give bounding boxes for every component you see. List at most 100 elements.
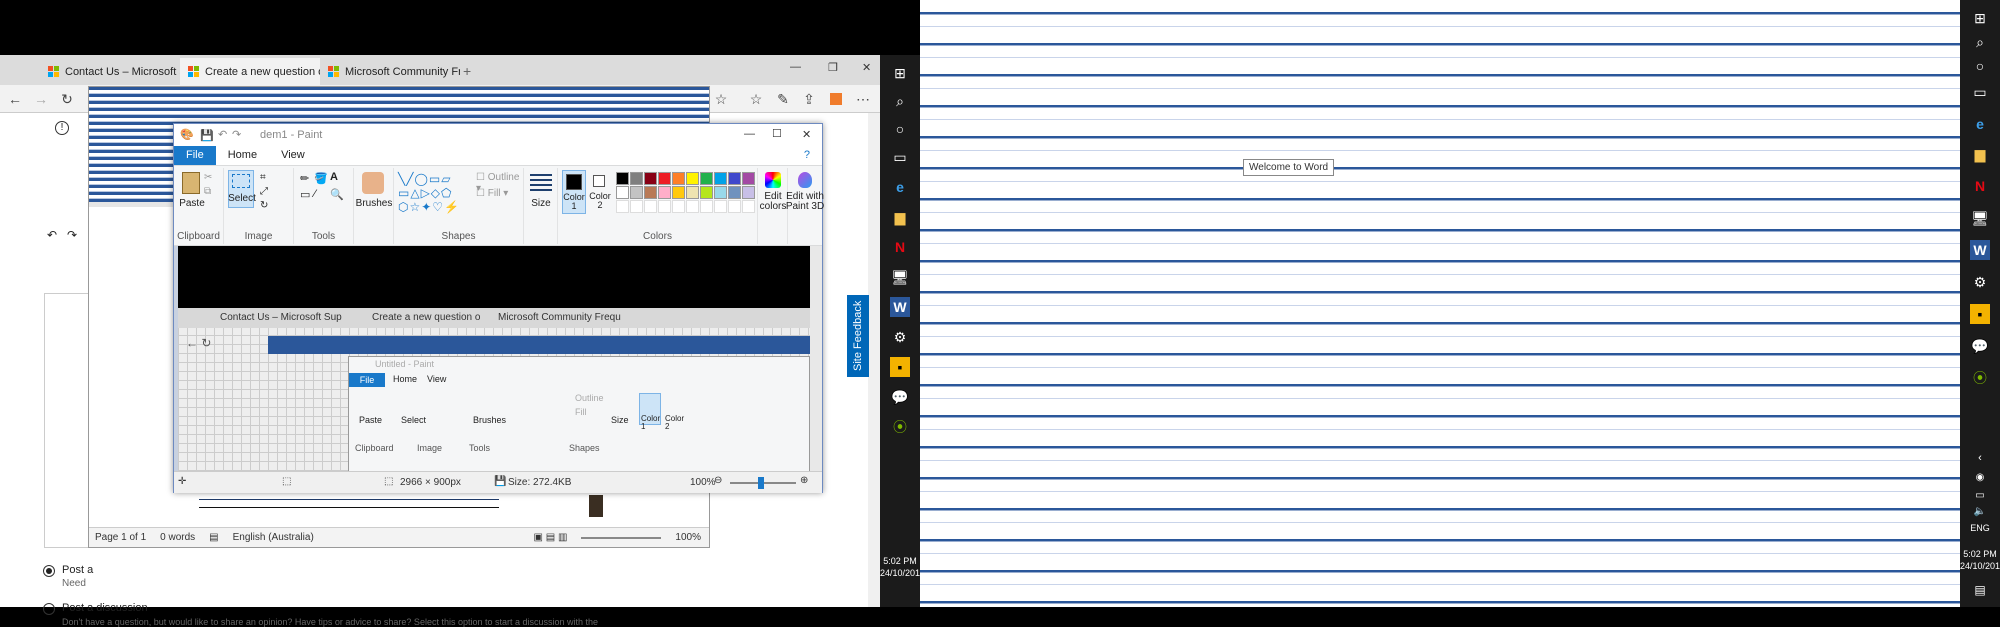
paint3d-label[interactable]: Edit with Paint 3D [784, 192, 826, 212]
palette-swatch[interactable] [658, 172, 671, 185]
refresh-icon[interactable]: ↻ [56, 89, 78, 109]
computer-icon[interactable]: 🖥 [890, 267, 910, 287]
clock-date[interactable]: 24/10/2019 [880, 567, 925, 579]
palette-swatch[interactable] [700, 172, 713, 185]
xbox-icon[interactable]: ⦿ [1970, 368, 1990, 388]
settings-gear-icon[interactable]: ⚙ [1970, 272, 1990, 292]
editor-box[interactable] [44, 293, 89, 548]
color1-button[interactable]: Color 1 [562, 170, 586, 214]
palette-swatch[interactable] [686, 172, 699, 185]
word-icon[interactable]: W [1970, 240, 1990, 260]
palette-swatch[interactable] [630, 172, 643, 185]
clock-time[interactable]: 5:02 PM [1960, 548, 2000, 560]
zoom-slider-thumb[interactable] [758, 477, 764, 489]
zoom-in-icon[interactable]: ⊕ [800, 475, 808, 486]
palette-swatch[interactable] [644, 186, 657, 199]
search-icon[interactable]: ⌕ [1970, 32, 1990, 52]
xbox-icon[interactable]: ⦿ [890, 417, 910, 437]
file-menu[interactable]: File [174, 146, 216, 165]
palette-empty-swatch[interactable] [700, 200, 713, 213]
palette-empty-swatch[interactable] [644, 200, 657, 213]
palette-swatch[interactable] [728, 172, 741, 185]
crop-icon[interactable]: ⌗ [260, 172, 266, 183]
favorite-star-icon[interactable]: ☆ [710, 89, 732, 109]
palette-empty-swatch[interactable] [714, 200, 727, 213]
extension-icon[interactable] [830, 93, 842, 105]
feedback-hub-icon[interactable]: 💬 [890, 387, 910, 407]
search-icon[interactable]: ⌕ [890, 91, 910, 111]
zoom-slider[interactable] [581, 536, 662, 539]
paste-label[interactable]: Paste [178, 198, 206, 209]
color-palette[interactable] [616, 172, 756, 222]
copy-icon[interactable]: ⧉ [204, 186, 211, 197]
site-feedback-button[interactable]: Site Feedback [847, 295, 869, 377]
file-explorer-icon[interactable]: ▆ [890, 207, 910, 227]
palette-empty-swatch[interactable] [742, 200, 755, 213]
palette-empty-swatch[interactable] [728, 200, 741, 213]
tab-community-faq[interactable]: Microsoft Community Frequ [320, 58, 460, 85]
select-button[interactable]: Select [228, 170, 256, 208]
close-window-icon[interactable]: ✕ [862, 61, 871, 74]
pen-icon[interactable]: ✎ [772, 89, 794, 109]
palette-swatch[interactable] [672, 186, 685, 199]
settings-gear-icon[interactable]: ⚙ [890, 327, 910, 347]
status-zoom[interactable]: 100% [675, 532, 709, 543]
palette-swatch[interactable] [700, 186, 713, 199]
new-tab-icon[interactable]: + [463, 63, 471, 79]
back-arrow-icon[interactable]: ← [4, 89, 26, 109]
proofing-icon[interactable]: ▤ [209, 532, 218, 543]
post-discussion-radio[interactable] [43, 603, 55, 615]
fill-bucket-icon[interactable]: 🪣 [314, 172, 328, 185]
edge-icon[interactable]: e [890, 177, 910, 197]
word-icon[interactable]: W [890, 297, 910, 317]
task-view-icon[interactable]: ▭ [890, 147, 910, 167]
paint3d-icon[interactable] [798, 172, 812, 188]
page-scrollbar[interactable] [868, 113, 880, 607]
cortana-icon[interactable]: ○ [1970, 56, 1990, 76]
undo-icon[interactable]: ↶ [47, 228, 57, 242]
view-tab[interactable]: View [269, 146, 317, 165]
language-indicator[interactable]: ENG [1960, 522, 2000, 534]
text-icon[interactable]: A [330, 171, 338, 183]
color2-button[interactable]: Color 2 [588, 170, 612, 214]
palette-swatch[interactable] [728, 186, 741, 199]
zoom-out-icon[interactable]: ⊖ [714, 475, 722, 486]
palette-swatch[interactable] [616, 186, 629, 199]
status-language[interactable]: English (Australia) [233, 532, 314, 543]
fill-dropdown[interactable]: ☐ Fill ▾ [476, 188, 508, 199]
minimize-icon[interactable]: — [790, 61, 801, 73]
file-explorer-icon[interactable]: ▆ [1970, 144, 1990, 164]
minimize-icon[interactable]: — [744, 128, 755, 140]
paste-icon[interactable] [182, 172, 200, 194]
pencil-icon[interactable]: ✏ [300, 172, 309, 185]
clock-time[interactable]: 5:02 PM [880, 555, 920, 567]
brushes-label[interactable]: Brushes [354, 198, 394, 209]
windows-start-icon[interactable]: ⊞ [1970, 8, 1990, 28]
magnifier-icon[interactable]: 🔍 [330, 188, 344, 201]
palette-swatch[interactable] [616, 172, 629, 185]
palette-swatch[interactable] [742, 172, 755, 185]
canvas-screenshot[interactable]: Contact Us – Microsoft Sup Create a new … [178, 308, 810, 483]
word-document-right-screen[interactable] [920, 0, 1960, 607]
netflix-icon[interactable]: N [1970, 176, 1990, 196]
notifications-icon[interactable]: ▤ [1970, 580, 1990, 600]
resize-icon[interactable]: ⤢ [260, 186, 268, 197]
help-icon[interactable]: ? [792, 146, 822, 165]
edge-icon[interactable]: e [1970, 114, 1990, 134]
feedback-hub-icon[interactable]: 💬 [1970, 336, 1990, 356]
tab-create-question[interactable]: Create a new question o ✕ [180, 58, 320, 85]
eraser-icon[interactable]: ▭ [300, 188, 310, 201]
forward-arrow-icon[interactable]: → [30, 89, 52, 109]
palette-swatch[interactable] [742, 186, 755, 199]
canvas-black-region[interactable] [178, 246, 810, 308]
color-picker-icon[interactable]: ⁄ [314, 188, 316, 200]
edit-colors-icon[interactable] [765, 172, 781, 188]
shapes-gallery-icon[interactable]: ╲╱◯▭▱ ▭△▷◇⬠ ⬡☆✦♡⚡ [398, 172, 460, 214]
tab-contact-us[interactable]: Contact Us – Microsoft Sup [40, 58, 180, 85]
brushes-icon[interactable] [362, 172, 384, 194]
clock-date[interactable]: 24/10/2019 [1960, 560, 2000, 572]
close-icon[interactable]: ✕ [802, 128, 811, 141]
cut-icon[interactable]: ✂ [204, 172, 212, 183]
size-icon[interactable] [530, 174, 552, 192]
maximize-icon[interactable]: ❐ [828, 61, 838, 74]
